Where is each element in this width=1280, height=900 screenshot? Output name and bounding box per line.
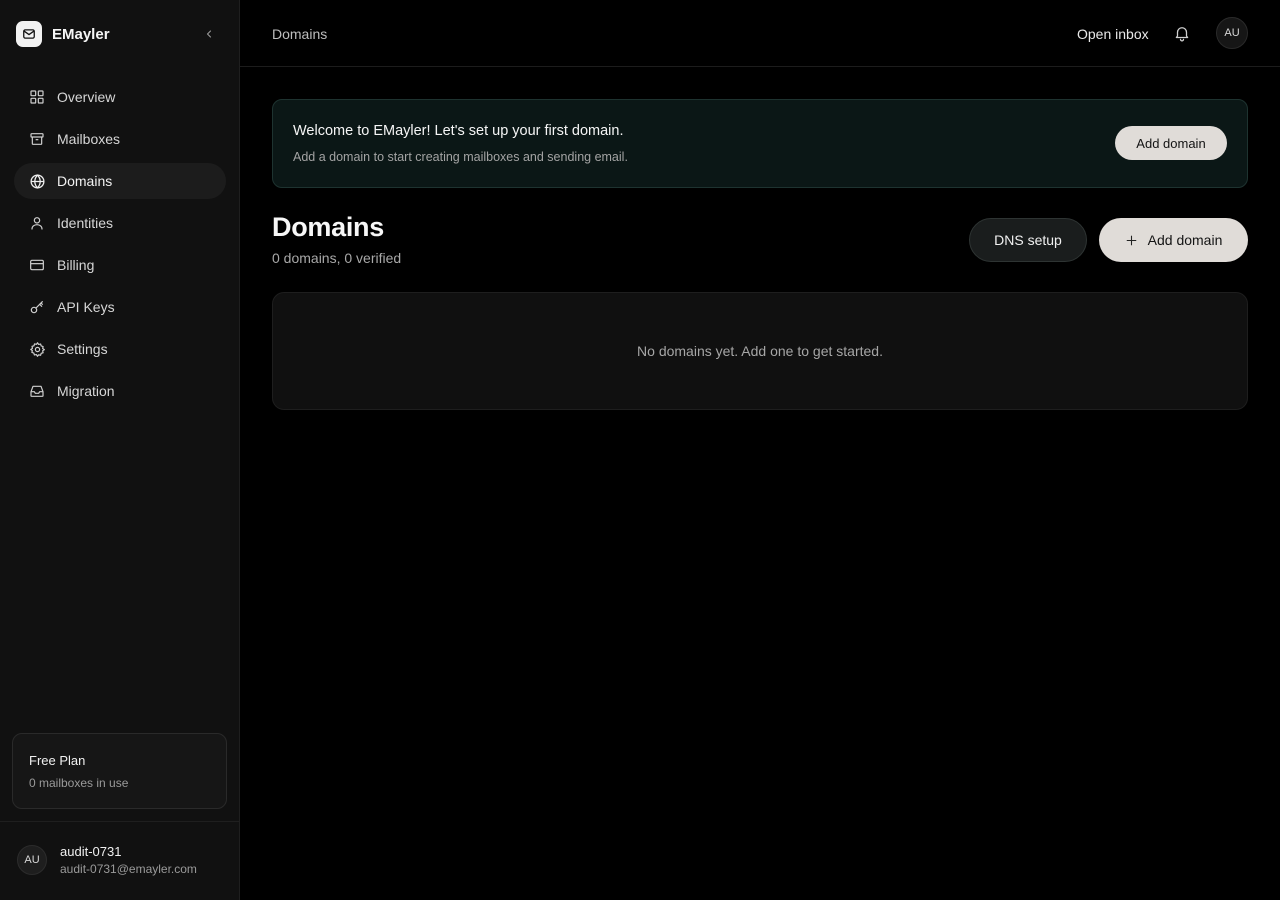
avatar[interactable]: AU [1216, 17, 1248, 49]
collapse-sidebar-button[interactable] [200, 25, 218, 43]
app-name: EMayler [52, 25, 110, 43]
sidebar-item-identities[interactable]: Identities [14, 205, 226, 241]
sidebar-item-label: Domains [57, 173, 113, 189]
grid-icon [28, 88, 46, 106]
user-profile[interactable]: AU audit-0731 audit-0731@emayler.com [17, 844, 197, 876]
plus-icon [1125, 234, 1138, 247]
sidebar-item-label: API Keys [57, 299, 115, 315]
top-bar: Domains Open inbox AU [240, 0, 1280, 67]
breadcrumb: Domains [272, 26, 328, 42]
inbox-icon [28, 382, 46, 400]
chevron-left-icon [206, 30, 212, 38]
sidebar-item-label: Settings [57, 341, 108, 357]
user-icon [28, 214, 46, 232]
add-domain-button[interactable]: Add domain [1099, 218, 1248, 262]
sidebar-item-label: Billing [57, 257, 95, 273]
banner-add-domain-button[interactable]: Add domain [1115, 126, 1227, 160]
sidebar: EMayler Overview Mailboxes Domains Ident… [0, 0, 240, 900]
bell-icon[interactable] [1173, 24, 1191, 42]
sidebar-item-settings[interactable]: Settings [14, 331, 226, 367]
mail-logo-icon [16, 21, 42, 47]
key-icon [28, 298, 46, 316]
sidebar-item-domains[interactable]: Domains [14, 163, 226, 199]
welcome-subtitle: Add a domain to start creating mailboxes… [293, 150, 628, 164]
plan-title: Free Plan [29, 753, 86, 768]
sidebar-divider [0, 821, 239, 822]
domains-empty-state: No domains yet. Add one to get started. [272, 292, 1248, 410]
sidebar-item-label: Overview [57, 89, 116, 105]
globe-icon [28, 172, 46, 190]
domains-count: 0 domains, 0 verified [272, 250, 402, 266]
empty-state-text: No domains yet. Add one to get started. [637, 343, 883, 359]
open-inbox-link[interactable]: Open inbox [1077, 26, 1149, 42]
welcome-banner: Welcome to EMayler! Let's set up your fi… [272, 99, 1248, 188]
user-email: audit-0731@emayler.com [60, 862, 197, 876]
welcome-title: Welcome to EMayler! Let's set up your fi… [293, 123, 624, 139]
user-name: audit-0731 [60, 844, 122, 859]
sidebar-item-label: Identities [57, 215, 114, 231]
plan-card[interactable]: Free Plan 0 mailboxes in use [12, 733, 227, 809]
sidebar-item-label: Mailboxes [57, 131, 121, 147]
sidebar-item-overview[interactable]: Overview [14, 79, 226, 115]
dns-setup-button[interactable]: DNS setup [969, 218, 1087, 262]
sidebar-item-label: Migration [57, 383, 115, 399]
sidebar-item-api-keys[interactable]: API Keys [14, 289, 226, 325]
page-title: Domains [272, 212, 384, 242]
gear-icon [28, 340, 46, 358]
sidebar-item-migration[interactable]: Migration [14, 373, 226, 409]
sidebar-item-billing[interactable]: Billing [14, 247, 226, 283]
add-domain-label: Add domain [1147, 232, 1223, 248]
plan-usage: 0 mailboxes in use [29, 776, 129, 790]
credit-card-icon [28, 256, 46, 274]
brand[interactable]: EMayler [16, 21, 110, 47]
avatar: AU [17, 845, 47, 875]
archive-icon [28, 130, 46, 148]
sidebar-item-mailboxes[interactable]: Mailboxes [14, 121, 226, 157]
sidebar-nav: Overview Mailboxes Domains Identities Bi… [14, 79, 226, 415]
